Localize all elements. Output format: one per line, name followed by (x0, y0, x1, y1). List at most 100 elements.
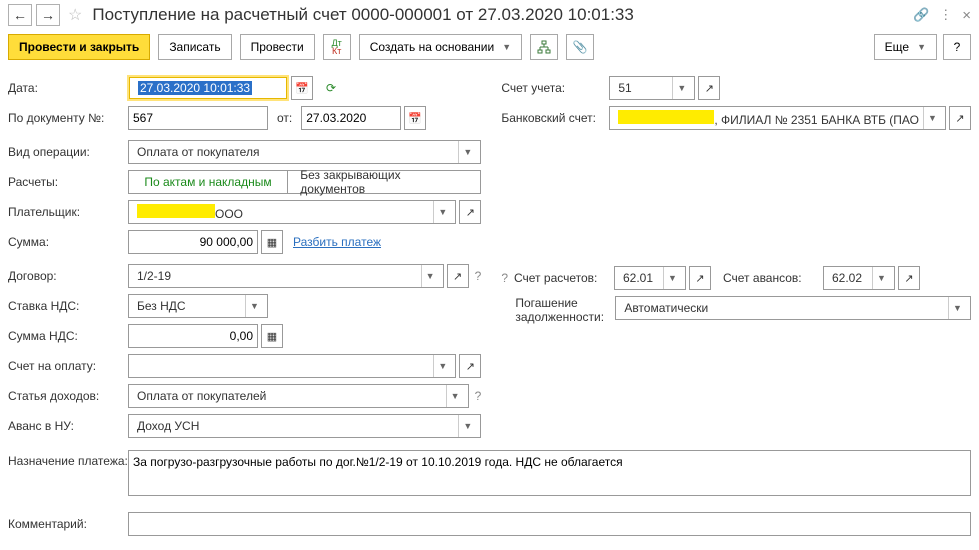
debt-repay-select[interactable]: Автоматически ▼ (615, 296, 971, 320)
post-button[interactable]: Провести (240, 34, 315, 60)
vat-sum-input[interactable] (128, 324, 258, 348)
comment-input[interactable] (128, 512, 971, 536)
op-type-label: Вид операции: (8, 145, 128, 159)
calendar-button[interactable]: 📅 (291, 76, 313, 100)
title-bar: ← → ☆ Поступление на расчетный счет 0000… (0, 0, 979, 30)
bank-account-label: Банковский счет: (501, 111, 609, 125)
chevron-down-icon: ▼ (446, 385, 464, 407)
contract-label: Договор: (8, 269, 128, 283)
chevron-down-icon: ▼ (433, 355, 451, 377)
doc-date-calendar-button[interactable]: 📅 (404, 106, 426, 130)
payer-open-button[interactable]: ↗ (459, 200, 481, 224)
tree-icon (537, 40, 551, 54)
chevron-down-icon: ▼ (421, 265, 439, 287)
settle-account-select[interactable]: 62.01 ▼ (614, 266, 686, 290)
settle-account-open-button[interactable]: ↗ (689, 266, 711, 290)
calendar-icon: 📅 (295, 82, 309, 95)
sum-label: Сумма: (8, 235, 128, 249)
vat-sum-label: Сумма НДС: (8, 329, 128, 343)
chevron-down-icon: ▼ (923, 107, 941, 129)
chevron-down-icon: ▼ (872, 267, 890, 289)
advance-nu-select[interactable]: Доход УСН ▼ (128, 414, 481, 438)
redacted-payer (137, 204, 215, 218)
paperclip-icon: 📎 (573, 40, 588, 54)
advance-account-open-button[interactable]: ↗ (898, 266, 920, 290)
income-item-select[interactable]: Оплата от покупателей ▼ (128, 384, 469, 408)
open-icon: ↗ (904, 272, 913, 285)
ot-label: от: (277, 111, 292, 125)
post-close-button[interactable]: Провести и закрыть (8, 34, 150, 60)
chevron-down-icon: ▼ (433, 201, 451, 223)
open-icon: ↗ (466, 206, 475, 219)
settle-account-label: Счет расчетов: (514, 271, 614, 285)
doc-date-input[interactable] (301, 106, 401, 130)
payer-select[interactable]: ООО ▼ (128, 200, 456, 224)
chevron-down-icon: ▼ (245, 295, 263, 317)
income-help-icon[interactable]: ? (475, 389, 482, 403)
chevron-down-icon: ▼ (502, 42, 511, 52)
create-based-button[interactable]: Создать на основании ▼ (359, 34, 522, 60)
doc-no-label: По документу №: (8, 111, 128, 125)
calculator-icon: ▦ (267, 236, 277, 249)
favorite-star-icon[interactable]: ☆ (68, 5, 82, 25)
more-button[interactable]: Еще ▼ (874, 34, 937, 60)
split-payment-link[interactable]: Разбить платеж (293, 235, 381, 249)
open-icon: ↗ (705, 82, 714, 95)
invoice-select[interactable]: ▼ (128, 354, 456, 378)
advance-account-select[interactable]: 62.02 ▼ (823, 266, 895, 290)
purpose-textarea[interactable] (128, 450, 971, 496)
settle-help-icon[interactable]: ? (501, 271, 508, 285)
calc-label: Расчеты: (8, 175, 128, 189)
purpose-label: Назначение платежа: (8, 450, 128, 468)
dtkt-icon: ДтКт (332, 39, 342, 55)
advance-nu-label: Аванс в НУ: (8, 419, 128, 433)
contract-select[interactable]: 1/2-19 ▼ (128, 264, 444, 288)
attachment-button[interactable]: 📎 (566, 34, 594, 60)
date-input[interactable]: 27.03.2020 10:01:33 (128, 76, 288, 100)
comment-label: Комментарий: (8, 517, 128, 531)
contract-open-button[interactable]: ↗ (447, 264, 469, 288)
vat-sum-calc-button[interactable]: ▦ (261, 324, 283, 348)
open-icon: ↗ (695, 272, 704, 285)
calc-by-acts-button[interactable]: По актам и накладным (128, 170, 288, 194)
refresh-icon[interactable]: ⟳ (326, 81, 336, 95)
calendar-icon: 📅 (408, 112, 422, 125)
chevron-down-icon: ▼ (458, 141, 476, 163)
page-title: Поступление на расчетный счет 0000-00000… (92, 5, 634, 25)
payer-label: Плательщик: (8, 205, 128, 219)
debt-repay-label: Погашение задолженности: (515, 296, 615, 324)
open-icon: ↗ (955, 112, 964, 125)
close-icon[interactable]: × (962, 7, 971, 24)
advance-account-label: Счет авансов: (723, 271, 823, 285)
bank-account-open-button[interactable]: ↗ (949, 106, 971, 130)
save-button[interactable]: Записать (158, 34, 231, 60)
nav-back-button[interactable]: ← (8, 4, 32, 26)
link-icon[interactable]: 🔗 (913, 7, 929, 23)
invoice-label: Счет на оплату: (8, 359, 128, 373)
dtkt-button[interactable]: ДтКт (323, 34, 351, 60)
chevron-down-icon: ▼ (672, 77, 690, 99)
contract-help-icon[interactable]: ? (475, 269, 482, 283)
nav-forward-button[interactable]: → (36, 4, 60, 26)
chevron-down-icon: ▼ (663, 267, 681, 289)
account-select[interactable]: 51 ▼ (609, 76, 695, 100)
bank-account-select[interactable]: , ФИЛИАЛ № 2351 БАНКА ВТБ (ПАО ▼ (609, 106, 946, 130)
chevron-down-icon: ▼ (917, 42, 926, 52)
chevron-down-icon: ▼ (948, 297, 966, 319)
open-icon: ↗ (466, 360, 475, 373)
redacted-bank (618, 110, 714, 124)
vat-rate-select[interactable]: Без НДС ▼ (128, 294, 268, 318)
calc-no-closing-button[interactable]: Без закрывающих документов (287, 170, 481, 194)
help-button[interactable]: ? (943, 34, 971, 60)
kebab-menu-icon[interactable]: ⋮ (939, 7, 952, 23)
op-type-select[interactable]: Оплата от покупателя ▼ (128, 140, 481, 164)
doc-no-input[interactable] (128, 106, 268, 130)
income-item-label: Статья доходов: (8, 389, 128, 403)
related-docs-button[interactable] (530, 34, 558, 60)
invoice-open-button[interactable]: ↗ (459, 354, 481, 378)
date-label: Дата: (8, 81, 128, 95)
account-open-button[interactable]: ↗ (698, 76, 720, 100)
sum-calc-button[interactable]: ▦ (261, 230, 283, 254)
sum-input[interactable] (128, 230, 258, 254)
account-label: Счет учета: (501, 81, 609, 95)
